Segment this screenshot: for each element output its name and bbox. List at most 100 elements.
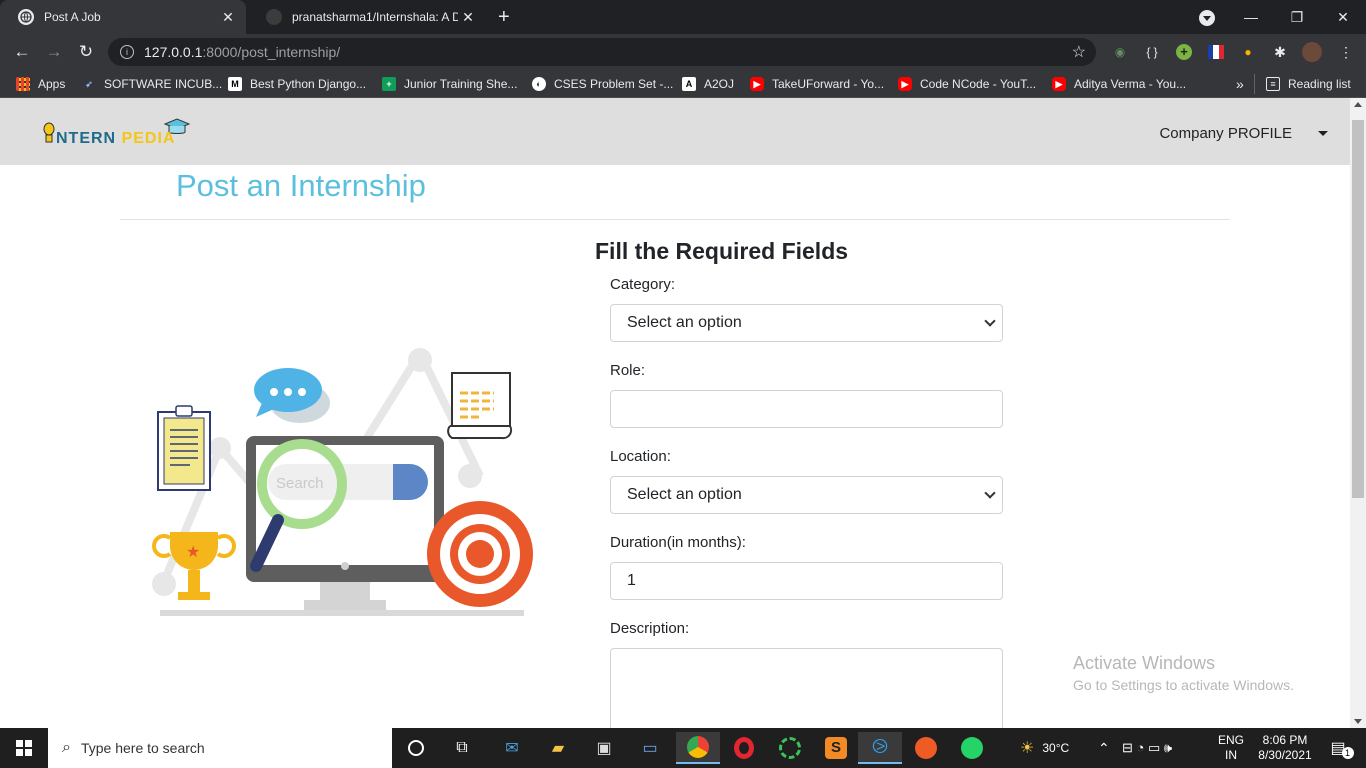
chrome-taskbar-icon[interactable]	[676, 732, 720, 764]
role-input[interactable]	[610, 390, 1003, 428]
bookmark-a2oj[interactable]: A A2OJ	[682, 75, 734, 93]
web-page: NTERN PEDIA Company PROFILE Post an Inte…	[0, 98, 1350, 728]
task-view-icon[interactable]: ⧉	[440, 732, 484, 764]
sublime-text-icon[interactable]: S	[814, 732, 858, 764]
bookmark-takeuforward[interactable]: ▶ TakeUForward - Yo...	[750, 75, 884, 93]
minimize-icon[interactable]: —	[1228, 0, 1274, 34]
windows-start-icon[interactable]	[0, 728, 48, 768]
tab-github[interactable]: pranatsharma1/Internshala: A Dj ✕	[248, 0, 486, 34]
bookmark-label: Junior Training She...	[404, 77, 518, 91]
tab-strip: Post A Job ✕ pranatsharma1/Internshala: …	[0, 0, 1366, 34]
postman-icon[interactable]	[904, 732, 948, 764]
opera-icon[interactable]	[722, 732, 766, 764]
location-label: Location:	[610, 448, 671, 465]
globe-icon	[18, 9, 34, 25]
tab-close-icon[interactable]: ✕	[218, 9, 238, 26]
file-explorer-icon[interactable]: ▰	[536, 732, 580, 764]
reading-list-label: Reading list	[1288, 77, 1351, 91]
reading-list-button[interactable]: ≡ Reading list	[1266, 75, 1351, 93]
site-navbar: NTERN PEDIA Company PROFILE	[0, 98, 1350, 165]
tab-close-icon[interactable]: ✕	[458, 9, 478, 26]
search-icon: ⌕	[62, 739, 71, 756]
taskbar-search-input[interactable]: ⌕ Type here to search	[48, 728, 392, 768]
show-hidden-icons-icon[interactable]: ⌃	[1098, 728, 1110, 768]
svg-text:★: ★	[186, 542, 200, 561]
bookmark-junior-training-sheet[interactable]: + Junior Training She...	[382, 75, 517, 93]
desktop-app-icon[interactable]: ▭	[628, 732, 672, 764]
bookmark-label: Apps	[38, 77, 66, 91]
tab-post-a-job[interactable]: Post A Job ✕	[0, 0, 246, 34]
scrollbar-thumb[interactable]	[1352, 120, 1364, 498]
chrome-menu-icon[interactable]: ⋮	[1336, 42, 1356, 62]
dropdown-caret-icon[interactable]	[1318, 131, 1328, 136]
medium-icon: M	[228, 77, 242, 91]
duration-input[interactable]: 1	[610, 562, 1003, 600]
chevron-down-icon	[984, 487, 996, 499]
company-profile-menu[interactable]: Company PROFILE	[1159, 125, 1292, 142]
window-close-icon[interactable]: ✕	[1320, 0, 1366, 34]
extension-flag-icon[interactable]	[1206, 42, 1226, 62]
bookmarks-bar: Apps ➶ SOFTWARE INCUB... M Best Python D…	[0, 70, 1366, 98]
bookmark-star-icon[interactable]: ☆	[1072, 42, 1086, 62]
category-select[interactable]: Select an option	[610, 304, 1003, 342]
bookmark-label: Code NCode - YouT...	[920, 77, 1037, 91]
category-label: Category:	[610, 276, 676, 293]
bookmark-cses[interactable]: ◐ CSES Problem Set -...	[532, 75, 673, 93]
scroll-down-icon[interactable]	[1354, 719, 1362, 724]
new-tab-icon[interactable]: +	[498, 6, 510, 29]
clock[interactable]: 8:06 PM 8/30/2021	[1254, 728, 1316, 768]
more-bookmarks-button[interactable]: »	[1236, 75, 1244, 93]
back-arrow-icon[interactable]: ←	[10, 40, 34, 64]
page-title: Post an Internship	[176, 168, 426, 203]
chevron-down-icon	[984, 315, 996, 327]
mail-icon[interactable]: ✉	[490, 732, 534, 764]
extensions-puzzle-icon[interactable]: ✱	[1270, 42, 1290, 62]
profile-avatar[interactable]	[1302, 42, 1322, 62]
profile-menu-icon[interactable]	[1199, 10, 1215, 26]
bookmark-code-ncode[interactable]: ▶ Code NCode - YouT...	[898, 75, 1036, 93]
bookmark-aditya-verma[interactable]: ▶ Aditya Verma - You...	[1052, 75, 1186, 93]
vscode-icon[interactable]: ⧁	[858, 732, 902, 764]
scroll-up-icon[interactable]	[1354, 102, 1362, 107]
bookmark-label: TakeUForward - Yo...	[772, 77, 885, 91]
forward-arrow-icon[interactable]: →	[42, 40, 66, 64]
internship-illustration: Search ★	[150, 348, 540, 623]
location-select[interactable]: Select an option	[610, 476, 1003, 514]
maximize-icon[interactable]: ❐	[1274, 0, 1320, 34]
cortana-icon[interactable]	[394, 732, 438, 764]
role-label: Role:	[610, 362, 646, 379]
page-scrollbar[interactable]	[1350, 98, 1366, 728]
sync-app-icon[interactable]	[768, 732, 812, 764]
store-icon[interactable]: ▣	[582, 732, 626, 764]
region-code: IN	[1225, 748, 1237, 762]
description-textarea[interactable]	[610, 648, 1003, 728]
site-logo[interactable]: NTERN PEDIA	[42, 118, 192, 152]
extension-owl-icon[interactable]: ●	[1238, 42, 1258, 62]
url-host: 127.0.0.1	[144, 44, 203, 60]
extension-plus-icon[interactable]: +	[1174, 42, 1194, 62]
system-tray-icons[interactable]: ⊟ ◔ ▭ 🕪	[1122, 728, 1172, 768]
tab-title: pranatsharma1/Internshala: A Dj	[292, 10, 458, 24]
language-indicator[interactable]: ENG IN	[1218, 728, 1244, 768]
reading-list-icon: ≡	[1266, 77, 1280, 91]
bookmark-best-python-django[interactable]: M Best Python Django...	[228, 75, 366, 93]
bookmark-apps[interactable]: Apps	[16, 75, 65, 93]
weather-widget[interactable]: ☀ 30°C	[1020, 728, 1069, 768]
illustration-search-text: Search	[276, 475, 324, 492]
notification-center-icon[interactable]: ▤ 1	[1322, 728, 1362, 768]
site-info-icon[interactable]: i	[120, 45, 134, 59]
extension-eye-icon[interactable]: ◉	[1110, 42, 1130, 62]
reload-icon[interactable]: ↻	[74, 40, 98, 64]
bookmarks-divider	[1254, 74, 1255, 94]
url-path: :8000/post_internship/	[202, 44, 341, 60]
tab-title: Post A Job	[44, 10, 101, 24]
address-bar[interactable]: i 127.0.0.1:8000/post_internship/ ☆	[108, 38, 1096, 66]
json-viewer-icon[interactable]: { }	[1142, 42, 1162, 62]
whatsapp-icon[interactable]	[950, 732, 994, 764]
logo-text-pedia: PEDIA	[121, 130, 176, 147]
bookmark-label: SOFTWARE INCUB...	[104, 77, 223, 91]
youtube-icon: ▶	[898, 77, 912, 91]
bookmark-software-incub[interactable]: ➶ SOFTWARE INCUB...	[82, 75, 222, 93]
clock-time: 8:06 PM	[1262, 733, 1308, 747]
apps-grid-icon	[16, 77, 30, 91]
